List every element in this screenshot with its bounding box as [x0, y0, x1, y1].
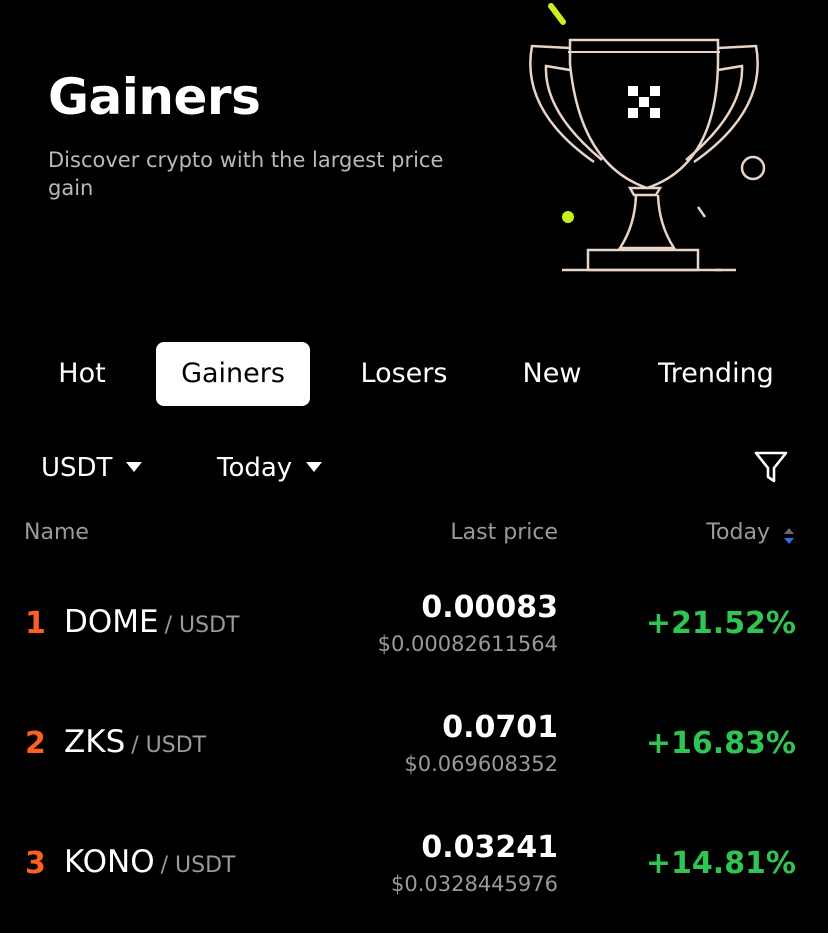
pair-name: KONO / USDT	[64, 844, 235, 880]
column-header-last-price[interactable]: Last price	[450, 520, 558, 545]
quote-currency-label: USDT	[41, 453, 113, 483]
caret-down-icon	[306, 461, 323, 472]
tab-losers[interactable]: Losers	[346, 342, 462, 406]
quote-symbol: / USDT	[131, 733, 207, 758]
filter-icon[interactable]	[752, 448, 790, 486]
market-row[interactable]: 2 ZKS / USDT 0.0701 $0.069608352 +16.83%	[0, 702, 828, 812]
last-price: 0.0701	[442, 710, 558, 745]
trophy-icon	[529, 3, 766, 272]
quote-symbol: / USDT	[160, 853, 236, 878]
price-change: +14.81%	[645, 846, 796, 881]
base-symbol: ZKS	[64, 724, 126, 760]
sort-arrows-icon[interactable]	[781, 525, 797, 547]
category-tabs: Hot Gainers Losers New Trending	[24, 342, 814, 406]
price-change: +16.83%	[645, 726, 796, 761]
market-row[interactable]: 1 DOME / USDT 0.00083 $0.00082611564 +21.…	[0, 582, 828, 692]
fiat-price: $0.069608352	[404, 752, 558, 776]
fiat-price: $0.0328445976	[390, 872, 558, 896]
base-symbol: DOME	[64, 604, 159, 640]
price-change: +21.52%	[645, 606, 796, 641]
rank-number: 2	[25, 726, 46, 761]
fiat-price: $0.00082611564	[377, 632, 558, 656]
tab-new[interactable]: New	[510, 342, 594, 406]
quote-symbol: / USDT	[164, 613, 240, 638]
rank-number: 3	[25, 846, 46, 881]
pair-name: ZKS / USDT	[64, 724, 206, 760]
rank-number: 1	[25, 606, 46, 641]
pair-name: DOME / USDT	[64, 604, 239, 640]
caret-down-icon	[126, 461, 143, 472]
tab-trending[interactable]: Trending	[646, 342, 786, 406]
tab-hot[interactable]: Hot	[36, 342, 128, 406]
quote-currency-dropdown[interactable]: USDT	[41, 440, 143, 496]
column-header-name[interactable]: Name	[24, 520, 89, 545]
last-price: 0.00083	[421, 590, 558, 625]
base-symbol: KONO	[64, 844, 155, 880]
tab-gainers[interactable]: Gainers	[156, 342, 310, 406]
last-price: 0.03241	[421, 830, 558, 865]
period-label: Today	[217, 453, 293, 483]
period-dropdown[interactable]: Today	[217, 440, 323, 496]
page-subtitle: Discover crypto with the largest price g…	[48, 148, 444, 200]
page-title: Gainers	[48, 68, 261, 126]
filter-bar: USDT Today	[0, 440, 828, 496]
column-header-today[interactable]: Today	[706, 520, 770, 545]
market-row[interactable]: 3 KONO / USDT 0.03241 $0.0328445976 +14.8…	[0, 822, 828, 932]
